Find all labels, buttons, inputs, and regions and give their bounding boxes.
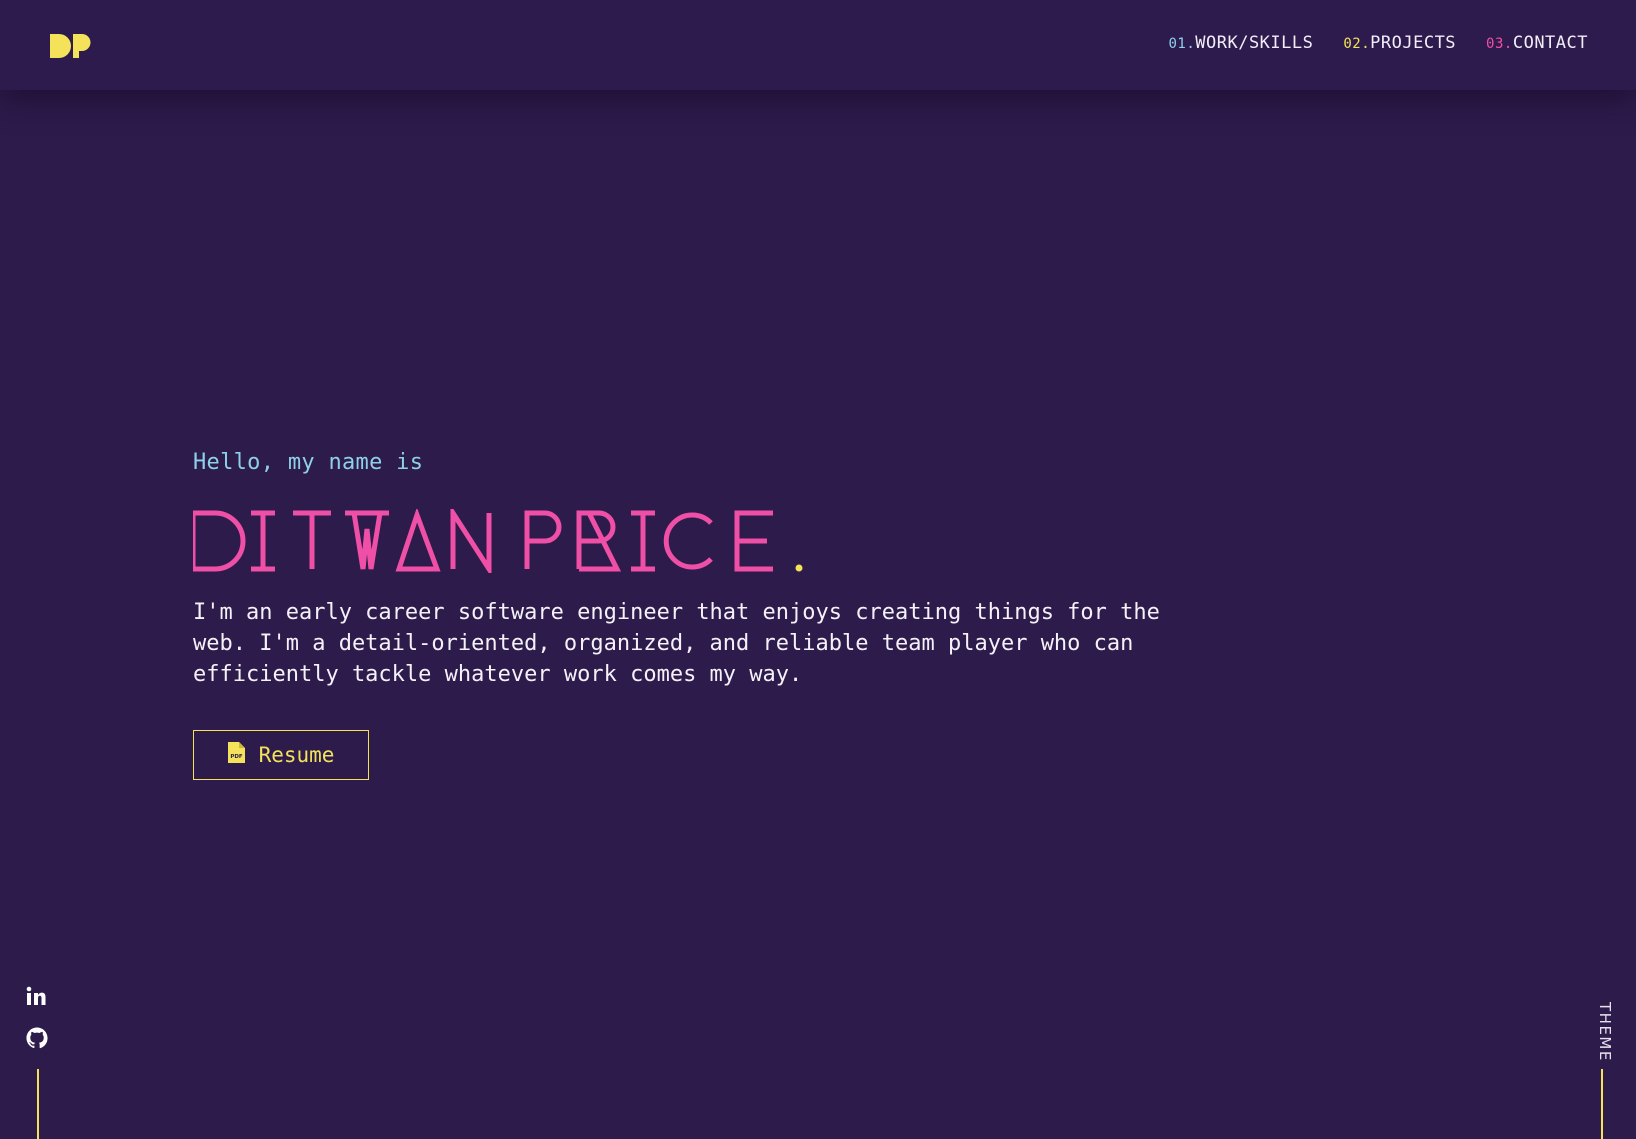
linkedin-icon	[26, 986, 46, 1005]
logo[interactable]	[50, 34, 92, 58]
nav-label: PROJECTS	[1370, 33, 1457, 53]
hero-name-graphic	[193, 509, 803, 573]
nav-label: CONTACT	[1512, 33, 1588, 53]
about-text: I'm an early career software engineer th…	[193, 600, 1160, 687]
resume-button-label: Resume	[258, 743, 335, 767]
svg-text:PDF: PDF	[230, 754, 243, 760]
social-links	[26, 986, 50, 1068]
github-link[interactable]	[26, 1027, 50, 1051]
nav-number: 03.	[1486, 36, 1513, 52]
nav-number: 01.	[1168, 36, 1196, 52]
hero-section: Hello, my name is I'm an early career so…	[193, 450, 1193, 780]
nav-link-contact[interactable]: 03.CONTACT	[1486, 33, 1588, 53]
github-icon	[26, 1027, 48, 1049]
linkedin-link[interactable]	[26, 986, 50, 1010]
greeting-text: Hello, my name is	[193, 450, 424, 475]
right-divider-line	[1601, 1069, 1603, 1139]
pdf-file-icon: PDF	[227, 742, 245, 768]
nav-link-work-skills[interactable]: 01.WORK/SKILLS	[1168, 33, 1313, 53]
logo-icon	[50, 34, 91, 58]
theme-toggle[interactable]: THEME	[1590, 1000, 1614, 1064]
main-nav: 01.WORK/SKILLS 02.PROJECTS 03.CONTACT	[1168, 33, 1588, 53]
nav-number: 02.	[1343, 36, 1371, 52]
left-divider-line	[37, 1069, 39, 1139]
nav-label: WORK/SKILLS	[1195, 33, 1314, 53]
site-header: 01.WORK/SKILLS 02.PROJECTS 03.CONTACT	[0, 0, 1636, 90]
resume-button[interactable]: PDF Resume	[193, 730, 369, 780]
nav-link-projects[interactable]: 02.PROJECTS	[1343, 33, 1456, 53]
hero-name	[193, 501, 1193, 573]
